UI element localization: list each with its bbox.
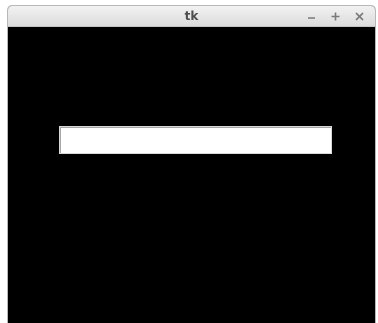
window-controls	[294, 8, 366, 24]
window-titlebar[interactable]: tk	[8, 6, 375, 27]
close-button[interactable]	[353, 10, 366, 23]
tk-window: tk	[7, 5, 376, 323]
window-content	[8, 27, 375, 323]
minus-icon	[308, 16, 315, 19]
close-icon	[355, 11, 364, 21]
maximize-button[interactable]	[329, 10, 342, 23]
minimize-button[interactable]	[305, 10, 318, 23]
text-entry[interactable]	[59, 126, 332, 154]
plus-icon	[331, 12, 340, 20]
